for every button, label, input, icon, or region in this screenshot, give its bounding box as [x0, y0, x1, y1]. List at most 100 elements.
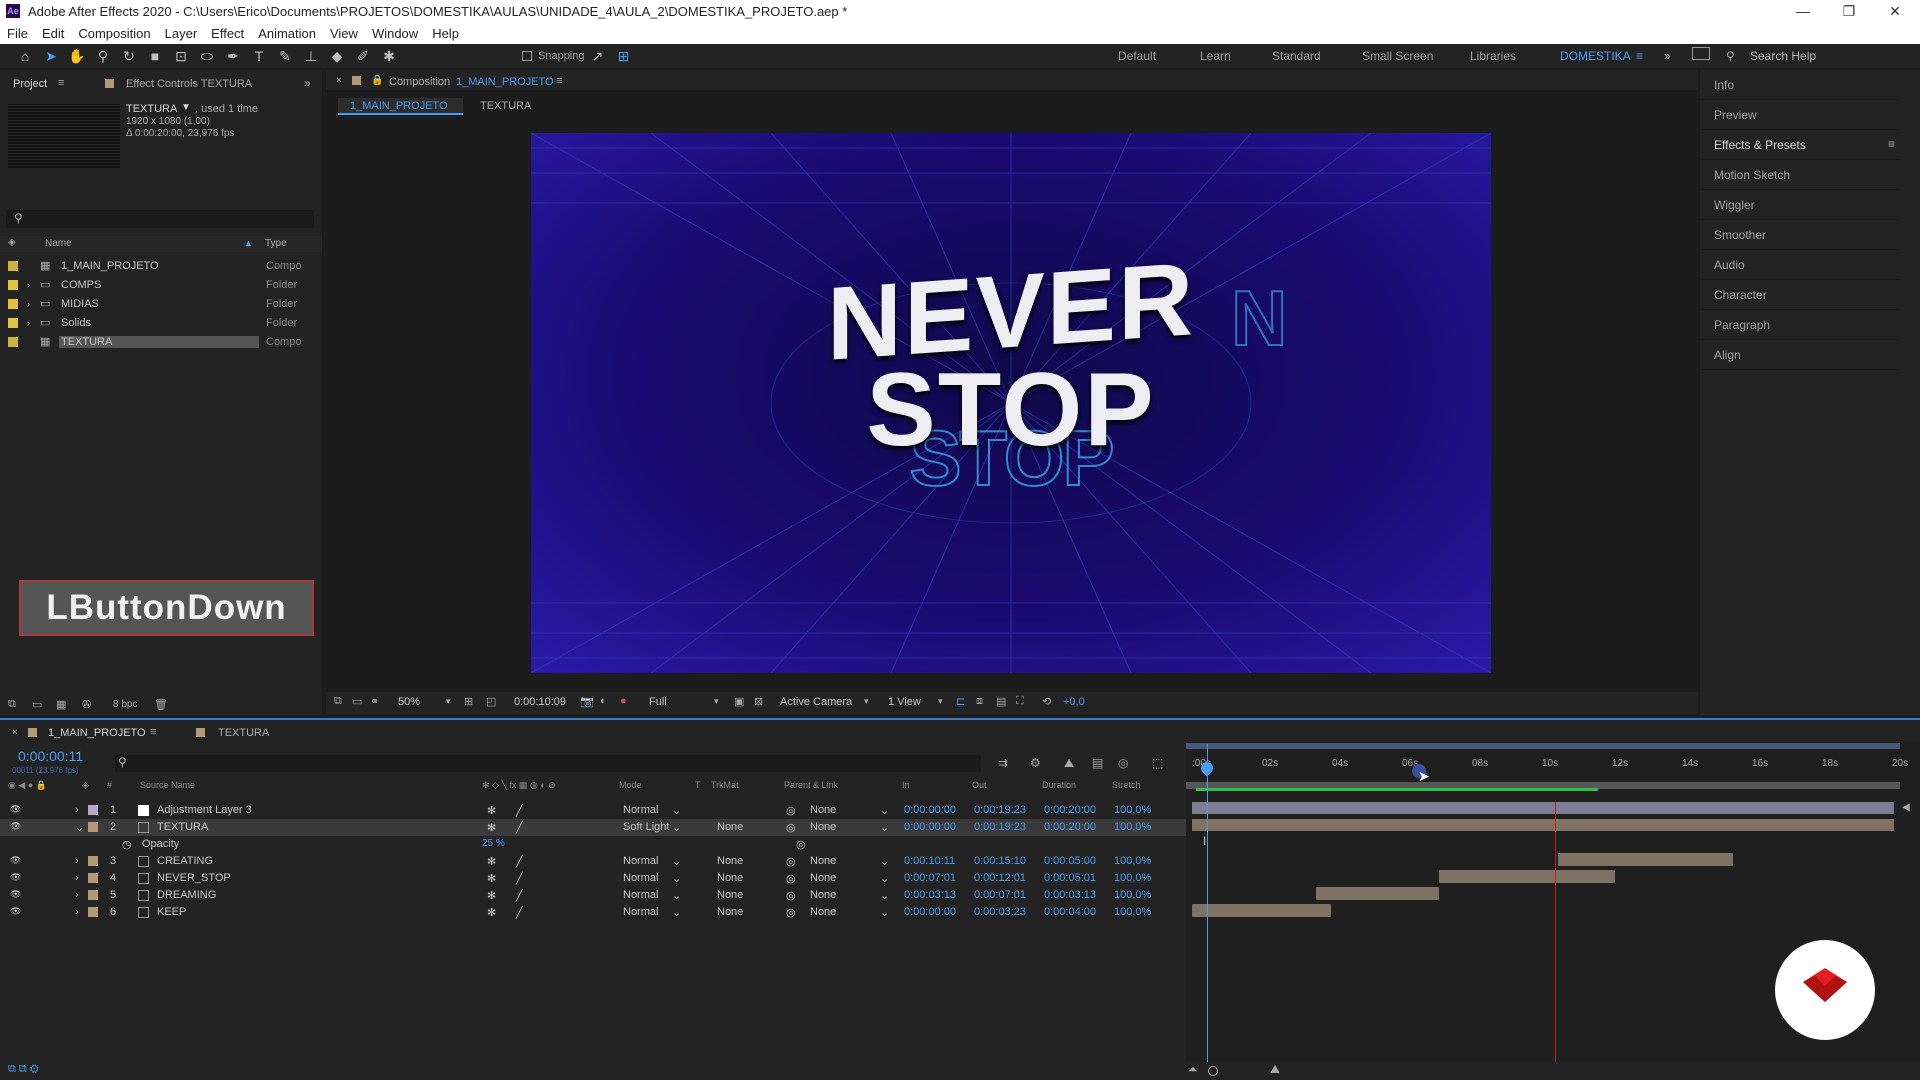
fast-previews-icon[interactable]: ⧈: [976, 695, 983, 708]
layer-in[interactable]: 0:00:07:01: [904, 872, 956, 884]
layer-name[interactable]: DREAMING: [157, 889, 216, 901]
tab-effect-controls[interactable]: Effect Controls TEXTURA: [126, 78, 252, 90]
opacity-value[interactable]: 25 %: [482, 838, 505, 849]
timeline-layer-row[interactable]: 👁 › 4 NEVER_STOP ✻ ╱ Normal ⌄ None ◎ None ⌄ 0:00:07:…: [0, 870, 1186, 887]
menu-composition[interactable]: Composition: [71, 26, 157, 41]
workspace-menu-icon[interactable]: ≡: [1636, 49, 1643, 63]
shy-switch-icon[interactable]: ✻: [487, 906, 496, 919]
camera-dropdown[interactable]: Active Camera: [780, 696, 852, 708]
layer-parent-dropdown[interactable]: None: [810, 804, 836, 816]
layer-label-swatch[interactable]: [88, 805, 98, 815]
close-comp-icon[interactable]: ×: [336, 75, 342, 86]
project-menu-icon[interactable]: ≡: [58, 77, 64, 89]
motion-blur-icon[interactable]: ◎: [1118, 756, 1128, 770]
monitor-icon[interactable]: ▭: [352, 695, 362, 708]
workspace-standard[interactable]: Standard: [1272, 49, 1321, 63]
minimize-button[interactable]: —: [1780, 0, 1826, 22]
new-composition-icon[interactable]: ▦: [56, 698, 66, 711]
menu-help[interactable]: Help: [425, 26, 466, 41]
layer-out[interactable]: 0:00:12:01: [974, 872, 1026, 884]
close-timeline-icon[interactable]: ×: [12, 727, 18, 738]
eye-icon[interactable]: 👁: [10, 872, 21, 883]
col-name[interactable]: Name: [45, 238, 72, 249]
workspace-domestika[interactable]: DOMESTIKA: [1560, 49, 1631, 63]
layer-out[interactable]: 0:00:07:01: [974, 889, 1026, 901]
menu-effect[interactable]: Effect: [204, 26, 251, 41]
zoom-tool-icon[interactable]: ⚲: [92, 46, 114, 66]
layer-in[interactable]: 0:00:00:00: [904, 821, 956, 833]
opacity-property-row[interactable]: ◷ Opacity 25 % ◎: [0, 836, 1186, 853]
zoom-out-icon[interactable]: ⏶: [1188, 1062, 1198, 1077]
layer-parent-dropdown[interactable]: None: [810, 906, 836, 918]
mode-chevron-down-icon[interactable]: ⌄: [672, 821, 681, 834]
quality-switch-icon[interactable]: ╱: [516, 855, 523, 868]
layer-mode-dropdown[interactable]: Normal: [623, 889, 658, 901]
expand-chevron-icon[interactable]: ›: [27, 280, 30, 290]
label-tag-icon[interactable]: ◈: [8, 237, 16, 248]
snapshot-icon[interactable]: 📷: [580, 695, 594, 708]
sync-settings-icon[interactable]: [1692, 47, 1710, 60]
col-parent[interactable]: Parent & Link: [784, 780, 838, 790]
parent-chevron-down-icon[interactable]: ⌄: [880, 906, 889, 919]
project-item[interactable]: ▦ TEXTURA Compo: [0, 332, 322, 351]
col-stretch[interactable]: Stretch: [1112, 780, 1141, 790]
workspace-default[interactable]: Default: [1118, 49, 1156, 63]
effects-menu-icon[interactable]: ≡: [1888, 137, 1895, 151]
twirl-chevron-icon[interactable]: ›: [75, 804, 79, 816]
parent-pickwhip-icon[interactable]: ◎: [786, 906, 796, 919]
puppet-tool-icon[interactable]: ✱: [378, 46, 400, 66]
layer-duration[interactable]: 0:00:05:00: [1044, 855, 1096, 867]
layer-parent-dropdown[interactable]: None: [810, 821, 836, 833]
panel-preview[interactable]: Preview: [1700, 100, 1900, 130]
parent-pickwhip-icon[interactable]: ◎: [786, 821, 796, 834]
snap-grid-icon[interactable]: ⊞: [613, 46, 635, 66]
pen-tool-icon[interactable]: ✒: [222, 46, 244, 66]
parent-chevron-down-icon[interactable]: ⌄: [880, 872, 889, 885]
menu-edit[interactable]: Edit: [35, 26, 71, 41]
workspace-small-screen[interactable]: Small Screen: [1362, 49, 1433, 63]
parent-chevron-down-icon[interactable]: ⌄: [880, 804, 889, 817]
panel-wiggler[interactable]: Wiggler: [1700, 190, 1900, 220]
graph-editor-icon[interactable]: ⬚: [1152, 756, 1163, 770]
menu-animation[interactable]: Animation: [251, 26, 323, 41]
menu-file[interactable]: File: [0, 26, 35, 41]
layer-trkmat-dropdown[interactable]: None: [717, 872, 743, 884]
selection-tool-icon[interactable]: ➤: [40, 46, 62, 66]
views-dropdown[interactable]: 1 View: [888, 696, 921, 708]
project-item[interactable]: ▦ 1_MAIN_PROJETO Compo: [0, 256, 322, 275]
workspace-libraries[interactable]: Libraries: [1470, 49, 1516, 63]
layer-parent-dropdown[interactable]: None: [810, 872, 836, 884]
type-tool-icon[interactable]: T: [248, 46, 270, 66]
eye-icon[interactable]: 👁: [10, 804, 21, 815]
hand-tool-icon[interactable]: ✋: [66, 46, 88, 66]
layer-label-swatch[interactable]: [88, 890, 98, 900]
zoom-dropdown[interactable]: 50%: [398, 696, 420, 708]
timeline-layer-row[interactable]: 👁 › 3 CREATING ✻ ╱ Normal ⌄ None ◎ None ⌄ 0:00:10:11…: [0, 853, 1186, 870]
col-source-name[interactable]: Source Name: [140, 780, 195, 790]
region-icon[interactable]: ◰: [486, 695, 496, 708]
zoom-slider-handle[interactable]: [1208, 1066, 1218, 1076]
panel-smoother[interactable]: Smoother: [1700, 220, 1900, 250]
twirl-chevron-icon[interactable]: ›: [75, 889, 79, 901]
mode-chevron-down-icon[interactable]: ⌄: [672, 906, 681, 919]
project-item[interactable]: › ▭ Solids Folder: [0, 313, 322, 332]
rotate-tool-icon[interactable]: ↻: [118, 46, 140, 66]
twirl-chevron-icon[interactable]: ›: [75, 855, 79, 867]
flowchart-icon[interactable]: ⛶: [1016, 695, 1024, 708]
layer-parent-dropdown[interactable]: None: [810, 855, 836, 867]
timeline-tab-main[interactable]: 1_MAIN_PROJETO: [48, 727, 146, 739]
menu-view[interactable]: View: [323, 26, 365, 41]
menu-window[interactable]: Window: [365, 26, 425, 41]
draft-3d-icon[interactable]: ⇉: [998, 756, 1008, 770]
col-t[interactable]: T: [695, 780, 701, 790]
work-area-range[interactable]: [1186, 743, 1900, 749]
opacity-pickwhip-icon[interactable]: ◎: [796, 838, 806, 851]
layer-out[interactable]: 0:00:19:23: [974, 804, 1026, 816]
layer-stretch[interactable]: 100,0%: [1114, 906, 1151, 918]
timeline-tab-menu-icon[interactable]: ≡: [150, 726, 156, 738]
restore-button[interactable]: ❐: [1826, 0, 1872, 22]
camera-tool-icon[interactable]: ■: [144, 46, 166, 66]
panel-info[interactable]: Info: [1700, 70, 1900, 100]
label-swatch[interactable]: [8, 279, 18, 290]
layer-duration[interactable]: 0:00:05:01: [1044, 872, 1096, 884]
